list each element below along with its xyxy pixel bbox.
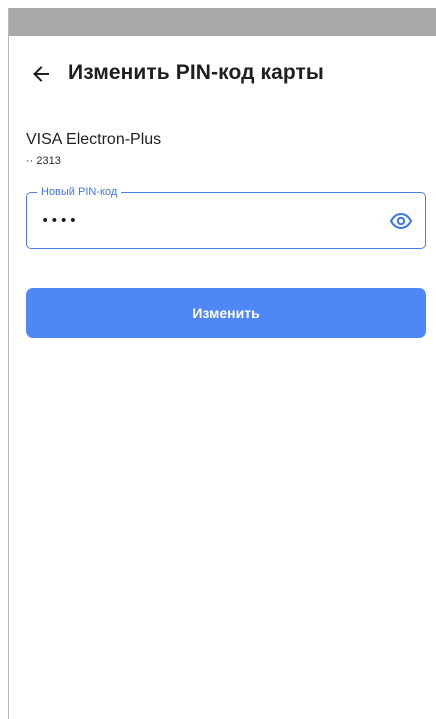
change-button[interactable]: Изменить	[26, 288, 426, 338]
back-button[interactable]	[25, 58, 57, 90]
new-pin-input[interactable]	[41, 207, 361, 235]
app-screen: Изменить PIN-код карты VISA Electron-Plu…	[8, 8, 436, 719]
card-number: ·· 2313	[26, 155, 61, 167]
status-bar	[9, 8, 436, 36]
new-pin-field[interactable]: Новый PIN-код	[26, 184, 426, 249]
app-bar: Изменить PIN-код карты	[9, 54, 436, 94]
eye-icon	[389, 212, 413, 230]
card-name: VISA Electron-Plus	[26, 131, 162, 148]
arrow-left-icon	[33, 66, 49, 82]
new-pin-label: Новый PIN-код	[37, 184, 122, 200]
toggle-visibility-button[interactable]	[387, 207, 415, 235]
page-title: Изменить PIN-код карты	[68, 61, 324, 84]
